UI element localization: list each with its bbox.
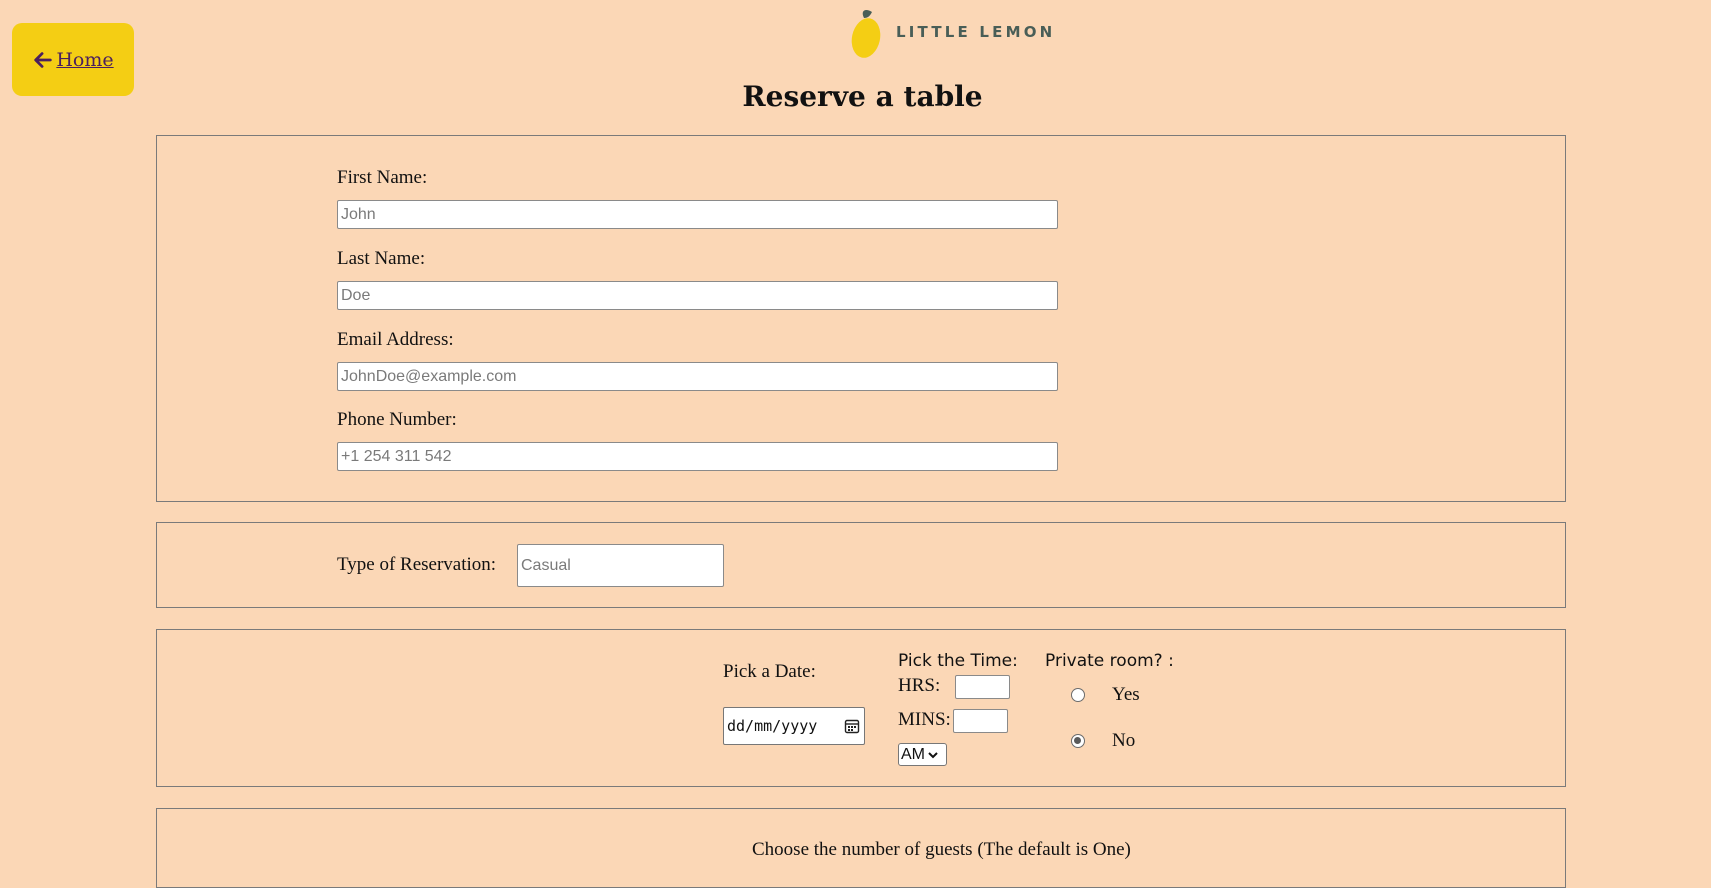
date-picker-input[interactable]: dd/mm/yyyy [723, 707, 865, 745]
little-lemon-logo: LITTLE LEMON [850, 6, 1055, 60]
reservation-type-input[interactable] [517, 544, 724, 587]
hours-label: HRS: [898, 675, 941, 696]
last-name-input[interactable] [337, 281, 1058, 310]
last-name-label: Last Name: [337, 248, 426, 269]
email-label: Email Address: [337, 329, 454, 350]
date-label: Pick a Date: [723, 661, 816, 682]
time-label: Pick the Time: [898, 651, 1018, 671]
guests-label: Choose the number of guests (The default… [752, 839, 1131, 860]
minutes-label: MINS: [898, 709, 951, 730]
first-name-input[interactable] [337, 200, 1058, 229]
date-placeholder: dd/mm/yyyy [727, 717, 818, 735]
private-room-no-radio[interactable] [1071, 734, 1085, 748]
home-link-label[interactable]: Home [56, 49, 113, 71]
lemon-icon [851, 10, 881, 58]
private-room-yes-radio[interactable] [1071, 688, 1085, 702]
reservation-type-label: Type of Reservation: [337, 554, 497, 575]
email-input[interactable] [337, 362, 1058, 391]
page-title: Reserve a table [742, 80, 983, 113]
calendar-icon[interactable] [844, 718, 860, 734]
phone-input[interactable] [337, 442, 1058, 471]
arrow-left-icon [34, 51, 53, 68]
minutes-input[interactable] [953, 709, 1008, 733]
phone-label: Phone Number: [337, 409, 457, 430]
first-name-label: First Name: [337, 167, 428, 188]
chevron-down-icon [928, 751, 938, 758]
ampm-select[interactable]: AM [898, 743, 947, 766]
private-room-no-label: No [1112, 730, 1136, 751]
private-room-yes-label: Yes [1112, 684, 1140, 705]
logo-text: LITTLE LEMON [896, 23, 1056, 41]
ampm-value: AM [901, 745, 925, 763]
hours-input[interactable] [955, 675, 1010, 699]
private-room-label: Private room? : [1045, 651, 1174, 671]
